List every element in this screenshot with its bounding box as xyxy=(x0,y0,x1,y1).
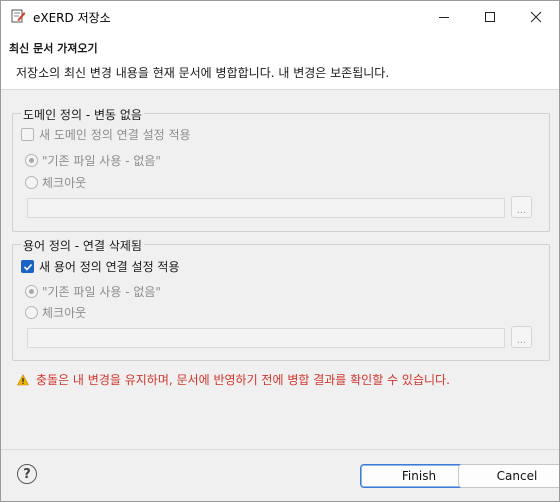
radio-selected-icon xyxy=(25,154,38,167)
domain-apply-checkbox[interactable]: 새 도메인 정의 연결 설정 적용 xyxy=(21,126,191,143)
close-button[interactable] xyxy=(513,1,559,33)
domain-browse-button[interactable]: ... xyxy=(511,196,532,218)
minimize-button[interactable] xyxy=(421,1,467,33)
minimize-icon xyxy=(439,17,449,18)
help-icon[interactable]: ? xyxy=(17,464,37,484)
close-icon xyxy=(530,11,542,23)
warning-triangle-icon xyxy=(17,373,29,385)
domain-radio-checkout-label: 체크아웃 xyxy=(42,176,87,190)
domain-radio-existing-label: "기존 파일 사용 - 없음" xyxy=(42,154,161,168)
domain-path-field[interactable] xyxy=(27,198,505,218)
maximize-icon xyxy=(485,12,495,22)
radio-unselected-icon xyxy=(25,176,38,189)
conflict-warning: 충돌은 내 변경을 유지하며, 문서에 반영하기 전에 병합 결과를 확인할 수… xyxy=(17,371,450,388)
cancel-button[interactable]: Cancel xyxy=(458,464,559,488)
term-apply-checkbox[interactable]: 새 용어 정의 연결 설정 적용 xyxy=(21,258,180,275)
term-path-field[interactable] xyxy=(27,328,505,348)
maximize-button[interactable] xyxy=(467,1,513,33)
term-checkbox-label: 새 용어 정의 연결 설정 적용 xyxy=(39,260,180,274)
window-title: eXERD 저장소 xyxy=(33,11,111,25)
exerd-app-icon xyxy=(10,8,26,24)
banner-description: 저장소의 최신 변경 내용을 현재 문서에 병합합니다. 내 변경은 보존됩니다… xyxy=(16,66,390,80)
warning-text: 충돌은 내 변경을 유지하며, 문서에 반영하기 전에 병합 결과를 확인할 수… xyxy=(36,373,450,387)
domain-radio-existing[interactable]: "기존 파일 사용 - 없음" xyxy=(25,152,161,169)
term-radio-checkout[interactable]: 체크아웃 xyxy=(25,304,86,321)
header-banner: 최신 문서 가져오기 저장소의 최신 변경 내용을 현재 문서에 병합합니다. … xyxy=(1,33,559,90)
term-browse-button[interactable]: ... xyxy=(511,326,532,348)
domain-checkbox-label: 새 도메인 정의 연결 설정 적용 xyxy=(39,128,191,142)
domain-radio-checkout[interactable]: 체크아웃 xyxy=(25,174,86,191)
term-radio-checkout-label: 체크아웃 xyxy=(42,306,87,320)
term-group-title: 용어 정의 - 연결 삭제됨 xyxy=(21,237,144,254)
term-definition-group: 용어 정의 - 연결 삭제됨 새 용어 정의 연결 설정 적용 "기존 파일 사… xyxy=(12,237,550,361)
banner-title: 최신 문서 가져오기 xyxy=(9,42,98,55)
dialog-window: eXERD 저장소 최신 문서 가져오기 저장소의 최신 변경 내용을 현재 문… xyxy=(0,0,560,502)
term-radio-existing-label: "기존 파일 사용 - 없음" xyxy=(42,285,161,299)
checkbox-unchecked-icon xyxy=(21,128,34,141)
radio-unselected-icon xyxy=(25,306,38,319)
radio-selected-icon xyxy=(25,285,38,298)
title-bar: eXERD 저장소 xyxy=(1,1,559,33)
domain-group-title: 도메인 정의 - 변동 없음 xyxy=(21,106,144,123)
footer-divider xyxy=(1,449,559,450)
checkbox-checked-icon xyxy=(21,260,34,273)
domain-definition-group: 도메인 정의 - 변동 없음 새 도메인 정의 연결 설정 적용 "기존 파일 … xyxy=(12,106,550,232)
term-radio-existing[interactable]: "기존 파일 사용 - 없음" xyxy=(25,283,161,300)
